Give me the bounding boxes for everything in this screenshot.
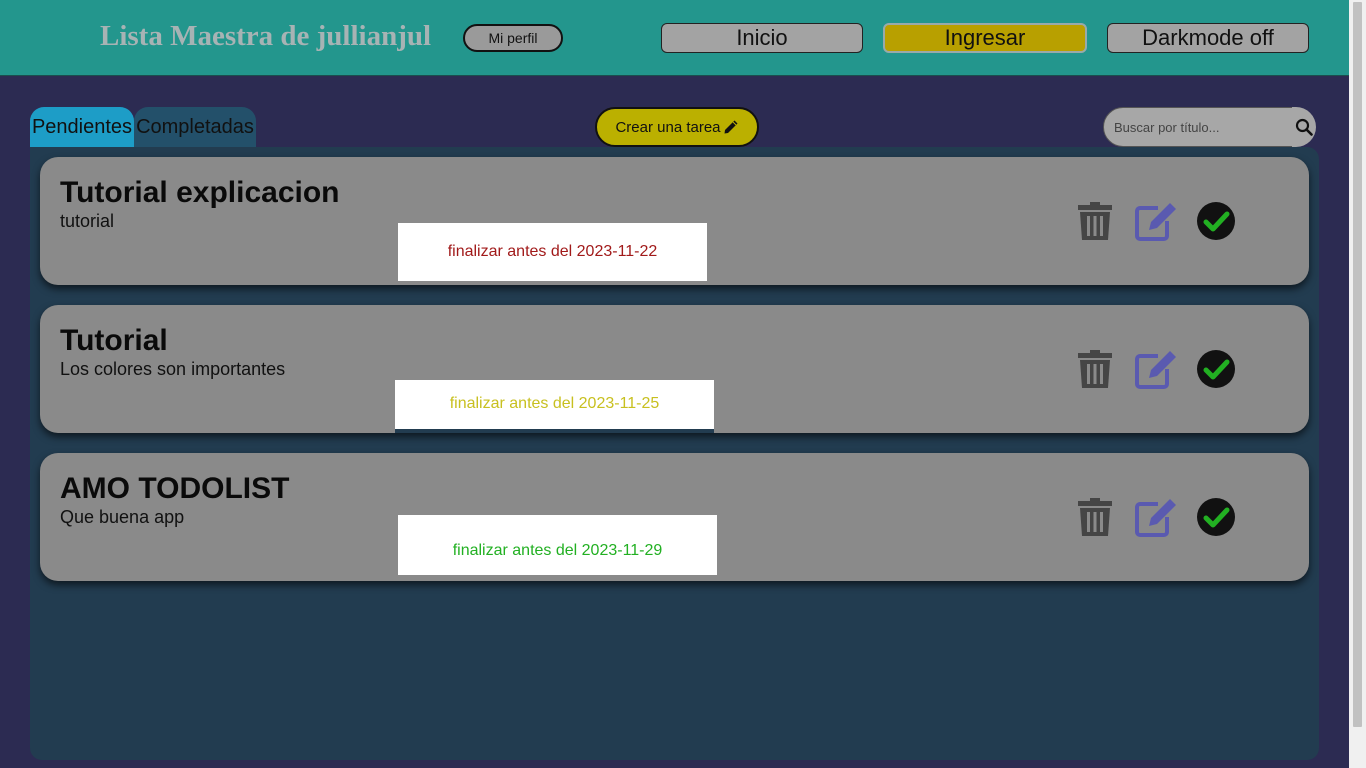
profile-button[interactable]: Mi perfil <box>463 24 563 52</box>
trash-icon <box>1078 350 1112 388</box>
check-circle-icon <box>1197 202 1235 240</box>
create-task-label: Crear una tarea <box>615 118 721 136</box>
edit-task-button[interactable] <box>1134 497 1178 537</box>
task-description: Los colores son importantes <box>60 359 286 379</box>
complete-task-button[interactable] <box>1196 497 1236 537</box>
delete-task-button[interactable] <box>1077 201 1113 241</box>
task-deadline: finalizar antes del 2023-11-29 <box>398 515 717 575</box>
check-circle-icon <box>1197 350 1235 388</box>
tab-pendientes[interactable]: Pendientes <box>30 107 134 147</box>
app-title: Lista Maestra de jullianjul <box>100 20 432 52</box>
edit-icon <box>1135 499 1176 537</box>
task-title: Tutorial explicacion <box>60 176 340 209</box>
delete-task-button[interactable] <box>1077 349 1113 389</box>
task-deadline: finalizar antes del 2023-11-22 <box>398 223 707 281</box>
delete-task-button[interactable] <box>1077 497 1113 537</box>
task-card: AMO TODOLIST Que buena app finalizar ant… <box>40 453 1309 581</box>
task-description: tutorial <box>60 211 115 231</box>
nav-ingresar-button[interactable]: Ingresar <box>883 23 1087 53</box>
check-circle-icon <box>1197 498 1235 536</box>
search-button[interactable] <box>1292 107 1316 147</box>
edit-icon <box>1135 351 1176 389</box>
task-card: Tutorial explicacion tutorial finalizar … <box>40 157 1309 285</box>
task-description: Que buena app <box>60 507 185 527</box>
task-title: Tutorial <box>60 324 168 357</box>
task-deadline: finalizar antes del 2023-11-25 <box>395 380 714 433</box>
edit-icon <box>1135 203 1176 241</box>
create-task-button[interactable]: Crear una tarea <box>595 107 759 147</box>
pencil-icon <box>724 120 738 134</box>
edit-task-button[interactable] <box>1134 201 1178 241</box>
tab-completadas[interactable]: Completadas <box>134 107 256 147</box>
search-icon <box>1295 118 1313 136</box>
trash-icon <box>1078 202 1112 240</box>
complete-task-button[interactable] <box>1196 349 1236 389</box>
search-bar <box>1103 107 1316 147</box>
task-title: AMO TODOLIST <box>60 472 290 505</box>
darkmode-toggle-button[interactable]: Darkmode off <box>1107 23 1309 53</box>
page-scrollbar[interactable] <box>1349 0 1366 768</box>
header-bar: Lista Maestra de jullianjul Mi perfil In… <box>0 0 1349 76</box>
complete-task-button[interactable] <box>1196 201 1236 241</box>
trash-icon <box>1078 498 1112 536</box>
nav-inicio-button[interactable]: Inicio <box>661 23 863 53</box>
task-card: Tutorial Los colores son importantes fin… <box>40 305 1309 433</box>
edit-task-button[interactable] <box>1134 349 1178 389</box>
scrollbar-thumb[interactable] <box>1353 2 1362 727</box>
search-input[interactable] <box>1103 107 1295 147</box>
